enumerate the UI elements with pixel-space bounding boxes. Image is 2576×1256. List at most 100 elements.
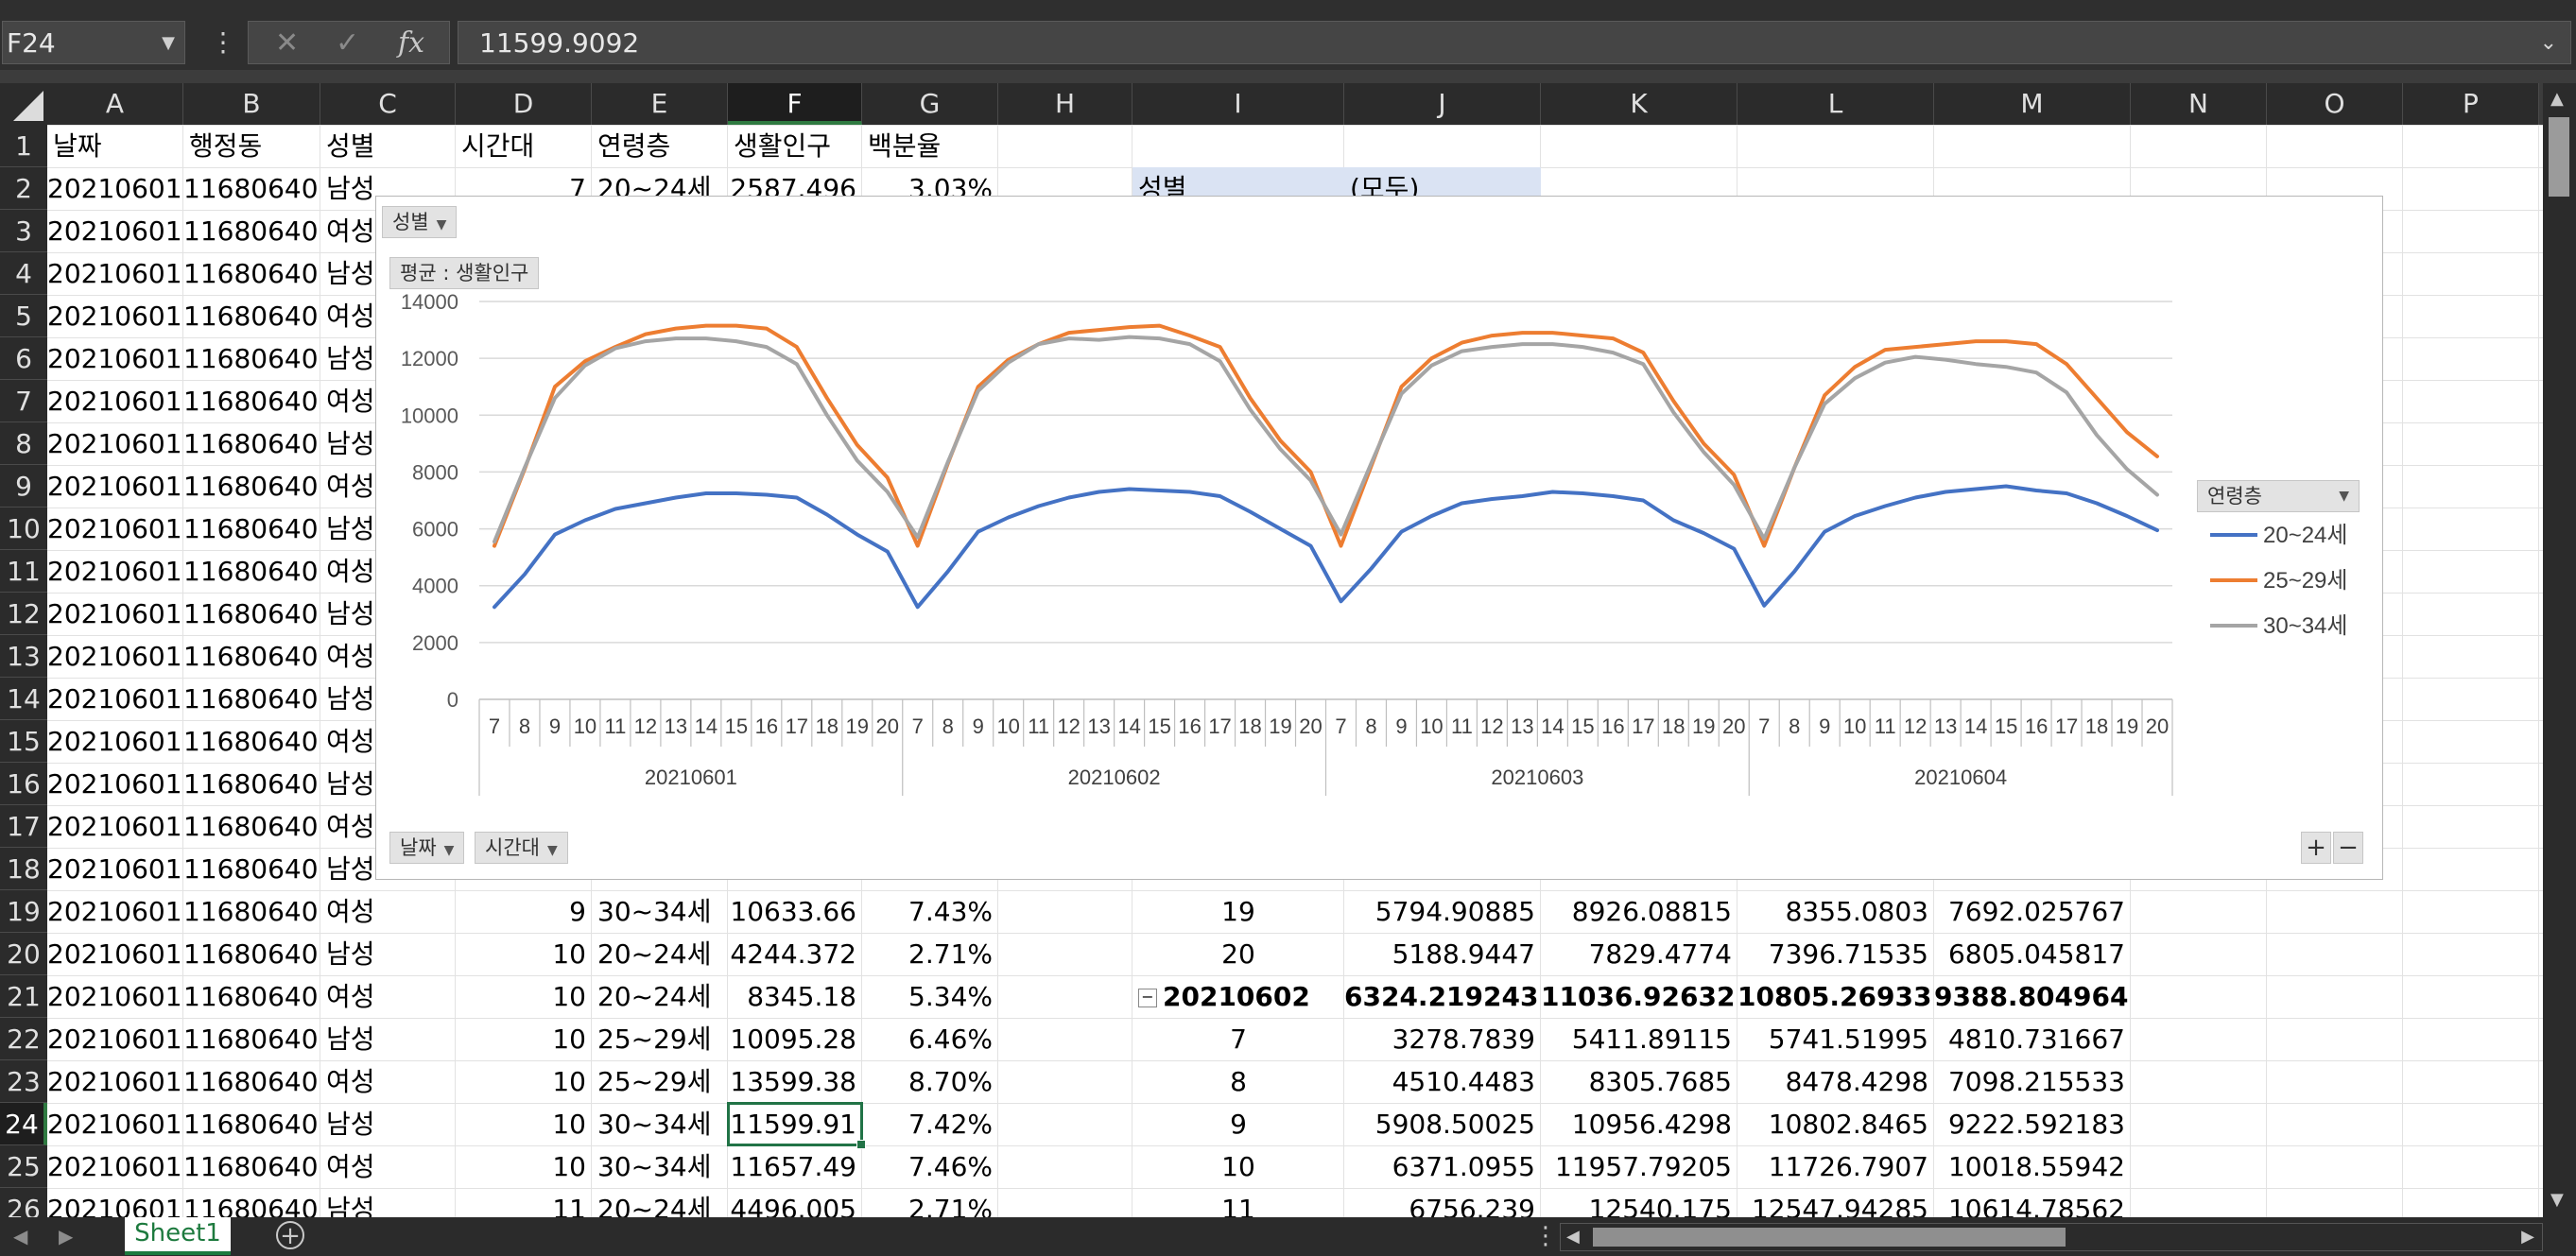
cell-pct[interactable]: 5.34%: [862, 975, 998, 1018]
cell-pop[interactable]: 4496.005: [728, 1188, 862, 1217]
cell-date[interactable]: 20210601: [47, 1188, 183, 1217]
vertical-scrollbar[interactable]: ▲ ▼: [2543, 83, 2576, 1217]
pivot-chart[interactable]: 성별 ▼ 평균 : 생활인구 날짜 ▼ 시간대 ▼ 연령층 ▼ + − 0 2000 400…: [375, 196, 2383, 880]
column-title-dong[interactable]: 행정동: [183, 125, 320, 167]
cell-date[interactable]: 20210601: [47, 210, 183, 252]
cell-date[interactable]: 20210601: [47, 975, 183, 1018]
pivot-value[interactable]: 12540.175: [1541, 1188, 1738, 1217]
cell-pct[interactable]: 6.46%: [862, 1018, 998, 1060]
pivot-value[interactable]: 9388.804964: [1934, 975, 2131, 1018]
pivot-value[interactable]: 7829.4774: [1541, 933, 1738, 975]
pivot-value[interactable]: 4510.4483: [1344, 1060, 1541, 1103]
pivot-value[interactable]: 5794.90885: [1344, 890, 1541, 933]
cell-dong[interactable]: 11680640: [183, 678, 320, 720]
row-header-15[interactable]: 15: [0, 720, 47, 763]
cell-dong[interactable]: 11680640: [183, 252, 320, 295]
cancel-icon[interactable]: ✕: [275, 22, 299, 65]
scroll-thumb[interactable]: [1593, 1228, 2066, 1247]
pivot-value[interactable]: 7396.71535: [1738, 933, 1934, 975]
pivot-row-label[interactable]: 7: [1132, 1018, 1344, 1060]
cell-dong[interactable]: 11680640: [183, 550, 320, 593]
cell-date[interactable]: 20210601: [47, 422, 183, 465]
pivot-value[interactable]: 11957.79205: [1541, 1145, 1738, 1188]
pivot-value[interactable]: 8355.0803: [1738, 890, 1934, 933]
column-title-date[interactable]: 날짜: [47, 125, 183, 167]
cell-age[interactable]: 25~29세: [592, 1018, 728, 1060]
cell-age[interactable]: 20~24세: [592, 975, 728, 1018]
cell-dong[interactable]: 11680640: [183, 1188, 320, 1217]
column-header-J[interactable]: J: [1344, 83, 1541, 125]
pivot-group-label[interactable]: −20210602: [1132, 975, 1344, 1018]
pivot-value[interactable]: 11036.92632: [1541, 975, 1738, 1018]
row-header-25[interactable]: 25: [0, 1145, 47, 1188]
name-box[interactable]: F24 ▼: [2, 21, 185, 64]
pivot-row-label[interactable]: 11: [1132, 1188, 1344, 1217]
collapse-icon[interactable]: −: [1138, 989, 1157, 1007]
cell-dong[interactable]: 11680640: [183, 380, 320, 422]
column-header-E[interactable]: E: [592, 83, 728, 125]
row-header-10[interactable]: 10: [0, 508, 47, 550]
cell-pct[interactable]: 8.70%: [862, 1060, 998, 1103]
cell-age[interactable]: 20~24세: [592, 1188, 728, 1217]
cell-date[interactable]: 20210601: [47, 252, 183, 295]
pivot-value[interactable]: 5411.89115: [1541, 1018, 1738, 1060]
pivot-value[interactable]: 6756.239: [1344, 1188, 1541, 1217]
cell-pct[interactable]: 7.46%: [862, 1145, 998, 1188]
cell-dong[interactable]: 11680640: [183, 933, 320, 975]
cell-date[interactable]: 20210601: [47, 465, 183, 508]
cell-date[interactable]: 20210601: [47, 678, 183, 720]
cell-pct[interactable]: 7.42%: [862, 1103, 998, 1145]
cell-dong[interactable]: 11680640: [183, 763, 320, 805]
pivot-value[interactable]: 7692.025767: [1934, 890, 2131, 933]
cell-dong[interactable]: 11680640: [183, 593, 320, 635]
cell-sex[interactable]: 남성: [320, 1103, 456, 1145]
cell-pct[interactable]: 2.71%: [862, 1188, 998, 1217]
cell-date[interactable]: 20210601: [47, 1018, 183, 1060]
cell-dong[interactable]: 11680640: [183, 508, 320, 550]
row-header-5[interactable]: 5: [0, 295, 47, 337]
cell-dong[interactable]: 11680640: [183, 975, 320, 1018]
cell-age[interactable]: 30~34세: [592, 1145, 728, 1188]
row-header-19[interactable]: 19: [0, 890, 47, 933]
row-header-18[interactable]: 18: [0, 848, 47, 890]
cell-date[interactable]: 20210601: [47, 720, 183, 763]
formula-input[interactable]: 11599.9092 ⌄: [458, 21, 2571, 64]
pivot-value[interactable]: 9222.592183: [1934, 1103, 2131, 1145]
cell-sex[interactable]: 여성: [320, 890, 456, 933]
cell-sex[interactable]: 여성: [320, 1145, 456, 1188]
row-header-6[interactable]: 6: [0, 337, 47, 380]
column-header-A[interactable]: A: [47, 83, 183, 125]
cell-sex[interactable]: 남성: [320, 933, 456, 975]
column-header-G[interactable]: G: [862, 83, 998, 125]
cell-time[interactable]: 9: [456, 890, 592, 933]
cell-date[interactable]: 20210601: [47, 337, 183, 380]
cell-time[interactable]: 10: [456, 1145, 592, 1188]
cell-time[interactable]: 10: [456, 1018, 592, 1060]
column-title-pop[interactable]: 생활인구: [728, 125, 862, 167]
cell-time[interactable]: 10: [456, 1103, 592, 1145]
cell-dong[interactable]: 11680640: [183, 422, 320, 465]
column-title-time[interactable]: 시간대: [456, 125, 592, 167]
row-header-23[interactable]: 23: [0, 1060, 47, 1103]
cell-pop[interactable]: 4244.372: [728, 933, 862, 975]
cell-date[interactable]: 20210601: [47, 1103, 183, 1145]
cell-dong[interactable]: 11680640: [183, 337, 320, 380]
pivot-row-label[interactable]: 9: [1132, 1103, 1344, 1145]
cell-age[interactable]: 30~34세: [592, 1103, 728, 1145]
pivot-value[interactable]: 6805.045817: [1934, 933, 2131, 975]
cell-date[interactable]: 20210601: [47, 167, 183, 210]
pivot-value[interactable]: 5741.51995: [1738, 1018, 1934, 1060]
row-header-17[interactable]: 17: [0, 805, 47, 848]
column-header-D[interactable]: D: [456, 83, 592, 125]
cell-dong[interactable]: 11680640: [183, 465, 320, 508]
pivot-value[interactable]: 5908.50025: [1344, 1103, 1541, 1145]
insert-function-icon[interactable]: fx: [398, 22, 424, 65]
cell-age[interactable]: 25~29세: [592, 1060, 728, 1103]
cell-age[interactable]: 30~34세: [592, 890, 728, 933]
cell-date[interactable]: 20210601: [47, 805, 183, 848]
cell-date[interactable]: 20210601: [47, 848, 183, 890]
pivot-value[interactable]: 8926.08815: [1541, 890, 1738, 933]
row-header-2[interactable]: 2: [0, 167, 47, 210]
cell-dong[interactable]: 11680640: [183, 890, 320, 933]
cell-dong[interactable]: 11680640: [183, 1060, 320, 1103]
